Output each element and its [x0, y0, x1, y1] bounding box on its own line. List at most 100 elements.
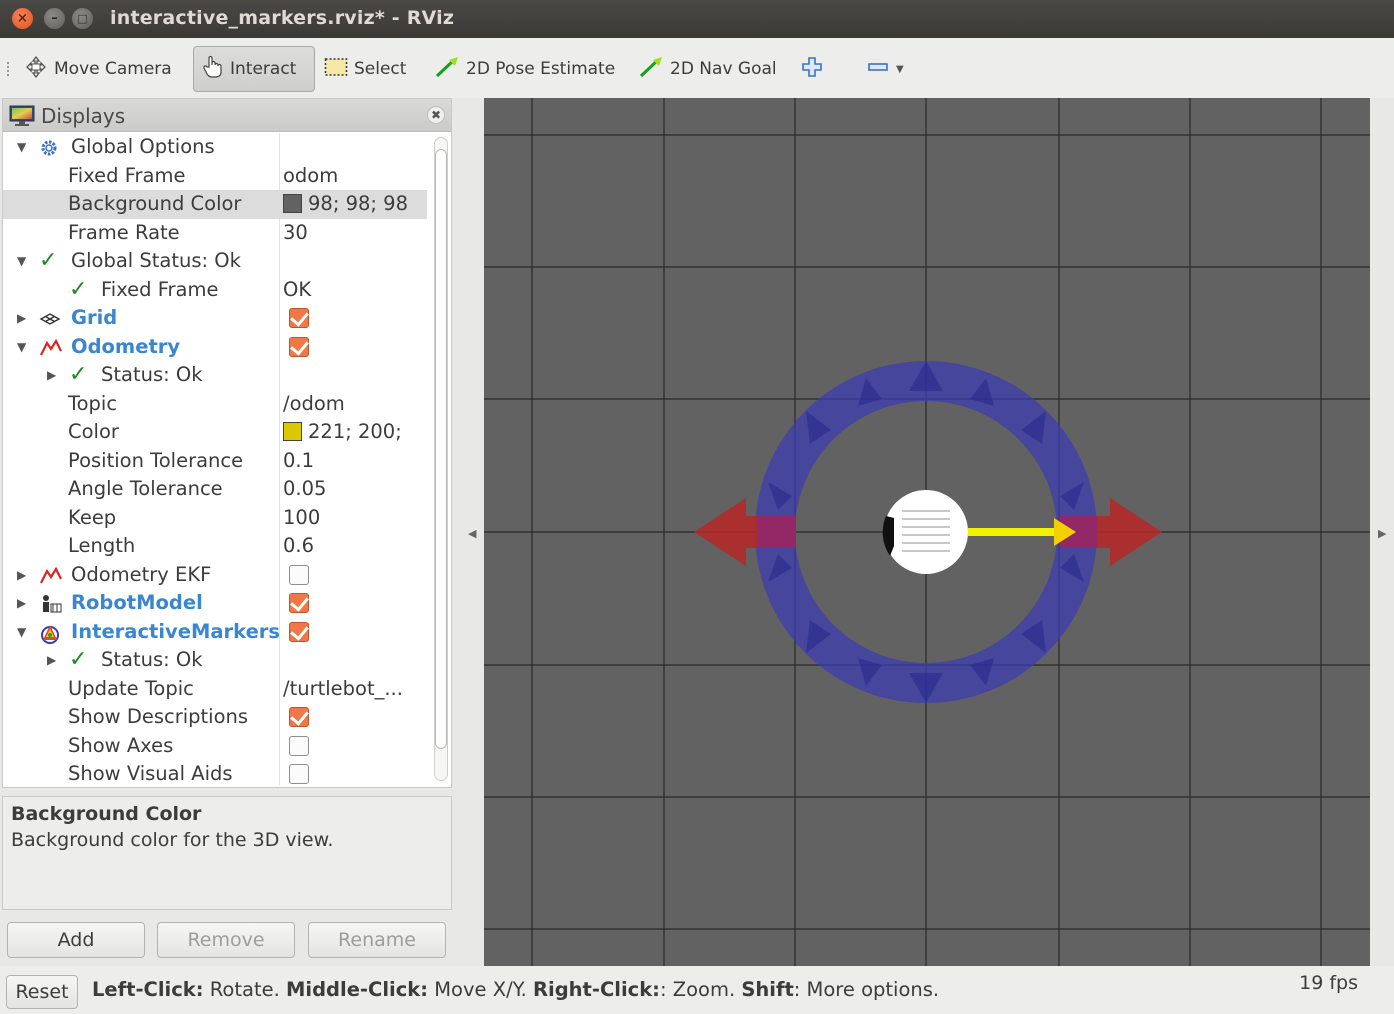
robot-base [882, 490, 968, 574]
tree-row-label: Show Descriptions [68, 705, 249, 728]
tree-row-label: Position Tolerance [68, 448, 244, 472]
interact-tool[interactable]: Interact [193, 46, 315, 92]
tree-row-value[interactable]: /odom [283, 390, 345, 418]
tree-row-value[interactable]: /turtlebot_... [283, 675, 403, 703]
hint-key: Left-Click: [92, 978, 204, 1001]
color-swatch [283, 422, 302, 441]
tree-row-label: Show Visual Aids [68, 762, 233, 785]
enable-checkbox[interactable] [289, 621, 309, 642]
tree-row-odometry[interactable]: ▼ Odometry [3, 333, 427, 362]
tree-row-value[interactable]: 0.1 [283, 447, 314, 475]
close-panel-icon[interactable]: ✖ [427, 106, 445, 124]
toolbar-grip[interactable] [7, 62, 10, 76]
tree-row-odometry-status[interactable]: ▶ ✓ Status: Ok [3, 361, 427, 390]
tree-row-update-topic[interactable]: Update Topic /turtlebot_... [3, 675, 427, 704]
remove-tool-button[interactable]: ▼ [866, 46, 904, 92]
tree-row-label: Status: Ok [101, 363, 203, 386]
tree-row-show-axes[interactable]: Show Axes [3, 732, 427, 761]
tree-row-label: Angle Tolerance [68, 477, 223, 500]
tree-row-interactive-markers[interactable]: ▼ InteractiveMarkers [3, 618, 427, 647]
interactive-markers-icon [39, 623, 61, 644]
move-camera-icon [24, 55, 48, 83]
tree-row-value[interactable]: 0.05 [283, 475, 326, 503]
reset-button[interactable]: Reset [6, 975, 78, 1009]
tree-row-fixed-frame-status[interactable]: ✓ Fixed Frame OK [3, 276, 427, 305]
tree-row-position-tolerance[interactable]: Position Tolerance 0.1 [3, 447, 427, 476]
tree-row-keep[interactable]: Keep 100 [3, 504, 427, 533]
tree-row-label: Update Topic [68, 676, 194, 700]
tool-bar: Move Camera Interact Select 2D Pose Esti… [0, 38, 1394, 98]
tree-row-label: Background Color [68, 192, 242, 215]
tree-row-robot-model[interactable]: ▶ RobotModel [3, 589, 427, 618]
expand-arrow-icon[interactable]: ▶ [47, 646, 56, 674]
option-checkbox[interactable] [289, 764, 309, 784]
expand-arrow-icon[interactable]: ▶ [47, 361, 56, 389]
tree-row-length[interactable]: Length 0.6 [3, 532, 427, 561]
render-viewport[interactable] [484, 98, 1370, 966]
close-window-button[interactable]: × [12, 8, 33, 29]
scene-canvas[interactable] [484, 98, 1370, 966]
property-description: Background Color Background color for th… [2, 796, 452, 910]
tree-row-value[interactable]: 0.6 [283, 532, 314, 560]
description-text: Background color for the 3D view. [11, 829, 334, 851]
tree-row-angle-tolerance[interactable]: Angle Tolerance 0.05 [3, 475, 427, 504]
gear-icon [39, 138, 61, 158]
tree-row-global-options[interactable]: ▼ Global Options [3, 133, 427, 162]
hint-text: Move X/Y. [428, 978, 533, 1001]
tree-row-label: Topic [68, 391, 118, 415]
expand-arrow-icon[interactable]: ▼ [17, 618, 26, 646]
tree-row-color[interactable]: Color 221; 200; [3, 418, 427, 447]
expand-arrow-icon[interactable]: ▶ [17, 561, 26, 589]
tree-row-odometry-ekf[interactable]: ▶ Odometry EKF [3, 561, 427, 590]
hint-text: : Zoom. [659, 978, 742, 1001]
enable-checkbox[interactable] [289, 336, 309, 357]
rename-display-button[interactable]: Rename [308, 922, 446, 958]
add-tool-button[interactable] [800, 46, 830, 92]
option-checkbox[interactable] [289, 707, 309, 727]
enable-checkbox[interactable] [289, 593, 309, 613]
tree-row-label: Length [68, 534, 136, 557]
tree-row-value[interactable]: 100 [283, 504, 320, 532]
tree-row-show-visual-aids[interactable]: Show Visual Aids [3, 760, 427, 785]
interact-label: Interact [230, 59, 297, 79]
tree-row-show-descriptions[interactable]: Show Descriptions [3, 703, 427, 732]
expand-arrow-icon[interactable]: ▶ [17, 589, 26, 617]
displays-panel: Displays ✖ ▼ Global Options Fixed Frame … [2, 98, 452, 788]
scrollbar-thumb[interactable] [435, 149, 447, 749]
move-camera-tool[interactable]: Move Camera [24, 46, 172, 92]
expand-arrow-icon[interactable]: ▼ [17, 333, 26, 361]
tree-row-value[interactable]: 221; 200; [283, 418, 402, 446]
maximize-window-button[interactable]: □ [72, 8, 93, 29]
tree-row-label: RobotModel [71, 591, 203, 614]
tree-row-label: Keep [68, 505, 117, 529]
pose-estimate-tool[interactable]: 2D Pose Estimate [434, 46, 615, 92]
nav-goal-tool[interactable]: 2D Nav Goal [638, 46, 777, 92]
select-tool[interactable]: Select [324, 46, 406, 92]
tree-row-frame-rate[interactable]: Frame Rate 30 [3, 219, 427, 248]
expand-arrow-icon[interactable]: ▼ [17, 247, 26, 275]
tree-row-value[interactable]: 30 [283, 219, 308, 247]
tree-row-label: Odometry EKF [71, 562, 212, 586]
remove-display-button[interactable]: Remove [157, 922, 295, 958]
tree-row-value[interactable]: odom [283, 162, 338, 190]
add-display-button[interactable]: Add [7, 922, 145, 958]
splitter-left-arrow-icon[interactable]: ◀ [468, 527, 476, 540]
tree-row-markers-status[interactable]: ▶ ✓ Status: Ok [3, 646, 427, 675]
expand-arrow-icon[interactable]: ▶ [17, 304, 26, 332]
enable-checkbox[interactable] [289, 308, 309, 328]
tree-row-value[interactable]: 98; 98; 98 [283, 190, 408, 218]
tree-row-background-color[interactable]: Background Color 98; 98; 98 [3, 190, 427, 219]
check-icon: ✓ [69, 276, 88, 302]
tree-row-global-status[interactable]: ▼ ✓ Global Status: Ok [3, 247, 427, 276]
displays-title: Displays [41, 104, 126, 128]
check-icon: ✓ [69, 647, 88, 672]
splitter-right-arrow-icon[interactable]: ▶ [1378, 527, 1386, 540]
minimize-window-button[interactable]: – [44, 8, 65, 29]
enable-checkbox[interactable] [289, 564, 309, 585]
option-checkbox[interactable] [289, 735, 309, 756]
tree-row-fixed-frame[interactable]: Fixed Frame odom [3, 162, 427, 191]
tree-row-grid[interactable]: ▶ Grid [3, 304, 427, 333]
tree-scrollbar[interactable] [431, 133, 451, 785]
expand-arrow-icon[interactable]: ▼ [17, 133, 26, 161]
tree-row-topic[interactable]: Topic /odom [3, 390, 427, 419]
